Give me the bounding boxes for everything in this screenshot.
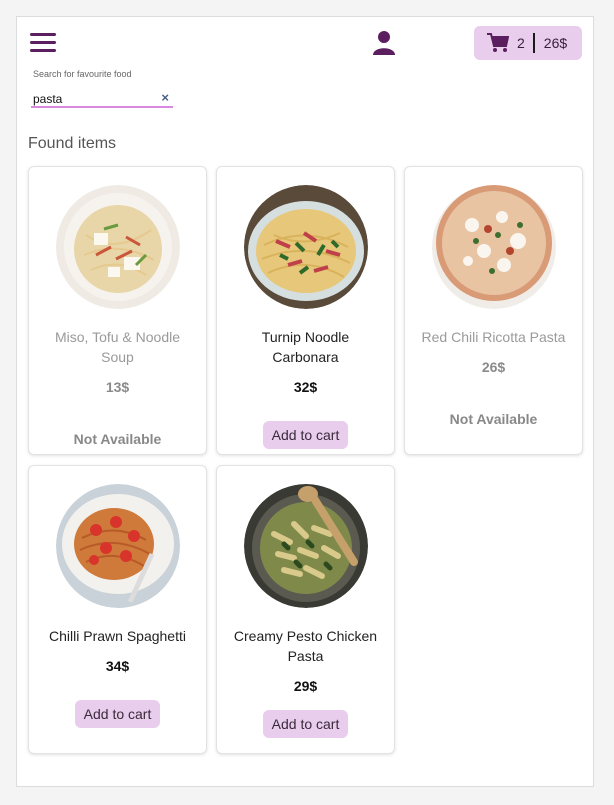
food-image bbox=[55, 185, 180, 309]
app-frame: 2 26$ Search for favourite food × Found … bbox=[16, 16, 594, 787]
search-label: Search for favourite food bbox=[33, 69, 132, 79]
food-image bbox=[243, 185, 368, 309]
menu-hamburger-icon[interactable] bbox=[30, 33, 56, 53]
food-card: Turnip Noodle Carbonara 32$ Add to cart bbox=[216, 166, 395, 455]
food-image bbox=[431, 185, 556, 309]
action-row: Add to cart bbox=[29, 700, 206, 728]
add-to-cart-button[interactable]: Add to cart bbox=[74, 700, 161, 728]
cart-count: 2 bbox=[517, 35, 525, 51]
action-row: Add to cart bbox=[217, 710, 394, 738]
food-card: Chilli Prawn Spaghetti 34$ Add to cart bbox=[28, 465, 207, 754]
search-field: × bbox=[31, 90, 173, 108]
user-icon[interactable] bbox=[372, 30, 396, 56]
clear-search-icon[interactable]: × bbox=[161, 91, 169, 105]
availability-status: Not Available bbox=[449, 411, 538, 427]
cart-icon bbox=[487, 33, 509, 52]
food-name: Chilli Prawn Spaghetti bbox=[49, 628, 186, 644]
add-to-cart-button[interactable]: Add to cart bbox=[262, 710, 349, 738]
food-card: Red Chili Ricotta Pasta 26$ Not Availabl… bbox=[404, 166, 583, 455]
availability-status: Not Available bbox=[73, 431, 162, 447]
food-image bbox=[55, 484, 180, 608]
food-name: Creamy Pesto Chicken Pasta bbox=[233, 628, 378, 664]
food-price: 13$ bbox=[105, 379, 130, 395]
food-name: Miso, Tofu & Noodle Soup bbox=[54, 329, 181, 365]
add-to-cart-button[interactable]: Add to cart bbox=[262, 421, 349, 449]
cart-total: 26$ bbox=[543, 35, 568, 51]
food-price: 32$ bbox=[293, 379, 318, 395]
food-card: Miso, Tofu & Noodle Soup 13$ Not Availab… bbox=[28, 166, 207, 455]
action-row: Add to cart bbox=[217, 421, 394, 449]
food-name: Red Chili Ricotta Pasta bbox=[421, 329, 566, 345]
food-name: Turnip Noodle Carbonara bbox=[261, 329, 350, 365]
food-price: 34$ bbox=[105, 658, 130, 674]
cart-divider bbox=[532, 33, 535, 53]
food-card: Creamy Pesto Chicken Pasta 29$ Add to ca… bbox=[216, 465, 395, 754]
food-price: 26$ bbox=[481, 359, 506, 375]
food-price: 29$ bbox=[293, 678, 318, 694]
results-title: Found items bbox=[28, 135, 117, 152]
cart-button[interactable]: 2 26$ bbox=[474, 26, 582, 60]
search-input[interactable] bbox=[31, 91, 151, 107]
food-image bbox=[243, 484, 368, 608]
